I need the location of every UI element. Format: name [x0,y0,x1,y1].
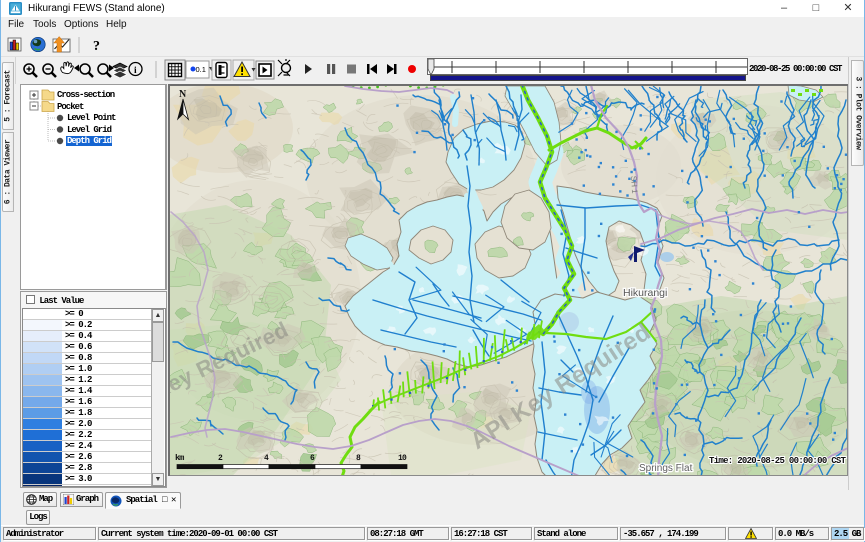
svg-text:Time: 2020-08-25 00:00:00 CST: Time: 2020-08-25 00:00:00 CST [709,456,847,466]
svg-text:Hikurangi: Hikurangi [623,287,667,299]
svg-text:i: i [134,66,137,76]
svg-text:Springs Flat: Springs Flat [639,463,693,474]
svg-text:N: N [179,89,187,100]
svg-text:SH 1: SH 1 [629,176,639,195]
svg-text:?: ? [93,39,100,54]
svg-text:0.1: 0.1 [196,65,206,74]
svg-text:km: km [175,453,184,463]
svg-text:10: 10 [398,454,407,463]
